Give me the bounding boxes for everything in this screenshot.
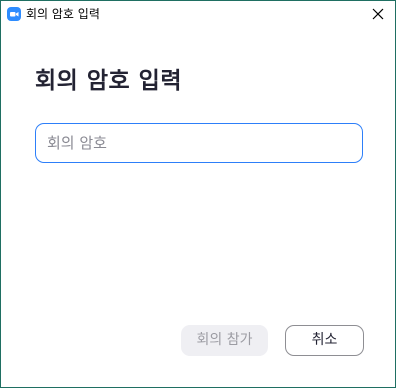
password-field[interactable] [35,123,363,163]
password-dialog-window: 회의 암호 입력 회의 암호 입력 회의 참가 취소 [0,0,396,388]
window-title: 회의 암호 입력 [26,7,100,21]
zoom-camera-icon [7,7,21,21]
close-button[interactable] [367,4,389,24]
join-meeting-button[interactable]: 회의 참가 [181,325,268,356]
cancel-button[interactable]: 취소 [285,325,364,356]
password-input[interactable] [47,124,347,162]
dialog-heading: 회의 암호 입력 [35,68,182,94]
title-bar: 회의 암호 입력 [1,1,395,27]
